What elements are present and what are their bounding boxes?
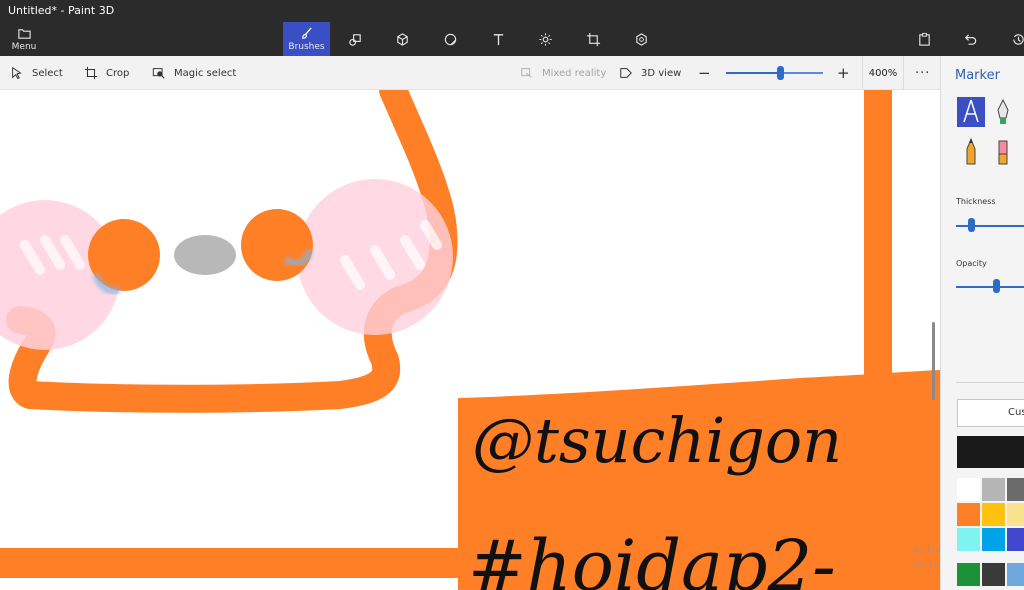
more-options-label: ··· (915, 65, 931, 81)
folder-icon (17, 29, 31, 39)
activation-watermark-line2: Go to Settings to activ (912, 560, 940, 571)
opacity-slider-thumb[interactable] (993, 279, 1000, 293)
opacity-slider-track[interactable] (956, 286, 1024, 288)
magic-select-icon (152, 68, 165, 79)
more-options-button[interactable]: ··· (915, 56, 930, 90)
text-icon (493, 33, 503, 45)
main-toolbar: Menu Brushes (0, 22, 1024, 56)
zoom-in-label: + (837, 64, 850, 82)
cursor-icon (12, 66, 22, 80)
paste-button[interactable] (912, 22, 936, 56)
zoom-slider-fill (726, 72, 778, 74)
tool-text-button[interactable] (486, 22, 510, 56)
select-label: Select (32, 67, 63, 79)
2d-shapes-icon (348, 33, 361, 46)
handle-text: @tsuchigon (472, 404, 842, 477)
canvas-icon (586, 32, 600, 46)
color-swatch-light-yellow[interactable] (1007, 503, 1024, 526)
right-eye (241, 209, 313, 281)
3d-view-label: 3D view (641, 67, 682, 79)
zoom-out-label: − (698, 64, 711, 82)
color-swatch-green[interactable] (957, 563, 980, 586)
3d-view-icon (620, 68, 632, 78)
crop-label: Crop (106, 67, 130, 79)
magic-select-button[interactable]: Magic select (152, 56, 236, 90)
zoom-in-button[interactable]: + (837, 56, 850, 90)
custom-color-button[interactable]: Cus (957, 399, 1024, 427)
cube-icon (396, 32, 408, 46)
eraser-brush-button[interactable] (989, 137, 1017, 167)
tool-brushes-label: Brushes (288, 42, 325, 52)
brush-panel: Marker Thickness Opacity Cus (940, 56, 1024, 590)
mixed-reality-button[interactable]: Mixed reality (520, 56, 606, 90)
undo-button[interactable] (958, 22, 982, 56)
color-swatch-yellow[interactable] (982, 503, 1005, 526)
hashtag-text: #hoidap2- (468, 525, 836, 590)
menu-button[interactable]: Menu (4, 22, 44, 56)
history-icon (1012, 33, 1024, 45)
panel-title: Marker (955, 68, 1000, 83)
thickness-slider-thumb[interactable] (968, 218, 975, 232)
vertical-scrollbar[interactable] (932, 322, 935, 400)
color-swatch-light-gray[interactable] (982, 478, 1005, 501)
zoom-slider-thumb[interactable] (777, 66, 784, 80)
color-swatch-cyan[interactable] (957, 528, 980, 551)
tool-2d-shapes-button[interactable] (343, 22, 367, 56)
zoom-value[interactable]: 400% (862, 56, 904, 90)
window-title: Untitled* - Paint 3D (0, 0, 1024, 22)
undo-icon (964, 33, 976, 45)
tool-effects-button[interactable] (533, 22, 557, 56)
color-swatch-orange[interactable] (957, 503, 980, 526)
3d-view-button[interactable]: 3D view (619, 56, 681, 90)
selected-color-preview (957, 436, 1024, 468)
calligraphy-pen-button[interactable] (989, 97, 1017, 127)
color-swatch-indigo[interactable] (1007, 528, 1024, 551)
marker-brush-button[interactable] (957, 97, 985, 127)
color-swatch-blue[interactable] (982, 528, 1005, 551)
magic-select-label: Magic select (174, 67, 237, 79)
mixed-reality-label: Mixed reality (542, 67, 607, 79)
crop-button[interactable]: Crop (84, 56, 129, 90)
sticker-icon (444, 33, 456, 45)
brush-icon (302, 27, 312, 39)
color-swatch-white[interactable] (957, 478, 980, 501)
crop-icon (84, 66, 98, 80)
select-button[interactable]: Select (10, 56, 63, 90)
activation-watermark-line1: Activate Windows (912, 543, 940, 557)
vertical-stroke (864, 90, 892, 390)
pencil-icon (966, 138, 976, 165)
color-swatch-sky-blue[interactable] (1007, 563, 1024, 586)
tool-3d-library-button[interactable] (629, 22, 653, 56)
bottom-stroke (0, 548, 470, 578)
panel-divider (956, 382, 1024, 383)
thickness-slider-track[interactable] (956, 225, 1024, 227)
pencil-brush-button[interactable] (957, 137, 985, 167)
tool-canvas-button[interactable] (581, 22, 605, 56)
sun-icon (538, 32, 552, 46)
marker-icon (963, 99, 979, 123)
thickness-label: Thickness (956, 197, 996, 206)
3d-library-icon (635, 32, 647, 46)
color-swatch-gray[interactable] (1007, 478, 1024, 501)
calligraphy-pen-icon (997, 98, 1009, 124)
tool-brushes-button[interactable]: Brushes (283, 22, 330, 56)
zoom-slider-track[interactable] (726, 72, 823, 74)
drawing-artwork: @tsuchigon #hoidap2- (0, 90, 940, 590)
menu-label: Menu (11, 42, 37, 52)
color-swatch-dark-gray[interactable] (982, 563, 1005, 586)
tool-stickers-button[interactable] (438, 22, 462, 56)
nose (174, 235, 236, 275)
zoom-out-button[interactable]: − (698, 56, 711, 90)
eraser-icon (998, 140, 1008, 165)
tool-3d-shapes-button[interactable] (390, 22, 414, 56)
drawing-canvas[interactable]: @tsuchigon #hoidap2- Activate Windows Go… (0, 90, 940, 590)
opacity-label: Opacity (956, 259, 987, 268)
paste-icon (918, 32, 930, 46)
mixed-reality-icon (521, 68, 532, 78)
history-button[interactable] (1006, 22, 1024, 56)
